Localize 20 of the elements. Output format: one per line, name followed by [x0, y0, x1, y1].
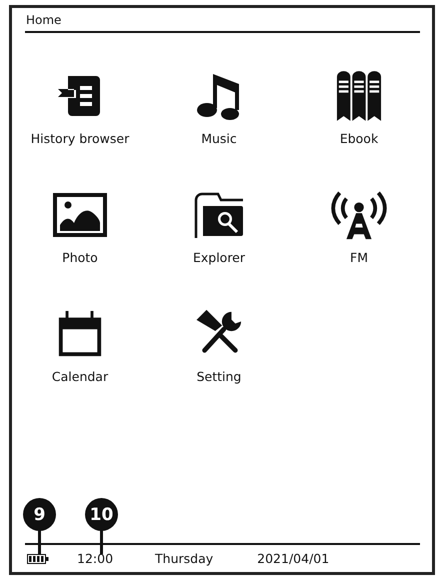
- app-tile[interactable]: History browser: [25, 71, 135, 146]
- app-tile[interactable]: FM: [303, 190, 415, 265]
- radio-tower-icon: [331, 190, 387, 240]
- app-tile[interactable]: Calendar: [25, 309, 135, 384]
- folder-search-icon: [194, 190, 244, 240]
- app-tile[interactable]: Photo: [25, 190, 135, 265]
- app-tile[interactable]: Explorer: [135, 190, 303, 265]
- callout-number: 10: [85, 498, 118, 531]
- weekday: Thursday: [155, 551, 214, 566]
- app-tile[interactable]: Setting: [135, 309, 303, 384]
- calendar-icon: [56, 309, 104, 359]
- clock-time: 12:00: [77, 551, 114, 566]
- battery-icon: [27, 554, 49, 564]
- app-tile[interactable]: Ebook: [303, 71, 415, 146]
- image-icon: [53, 190, 107, 240]
- callout-number: 9: [23, 498, 56, 531]
- date: 2021/04/01: [257, 551, 330, 566]
- page-title: Home: [26, 13, 62, 27]
- books-icon: [336, 71, 382, 121]
- app-tile[interactable]: Music: [135, 71, 303, 146]
